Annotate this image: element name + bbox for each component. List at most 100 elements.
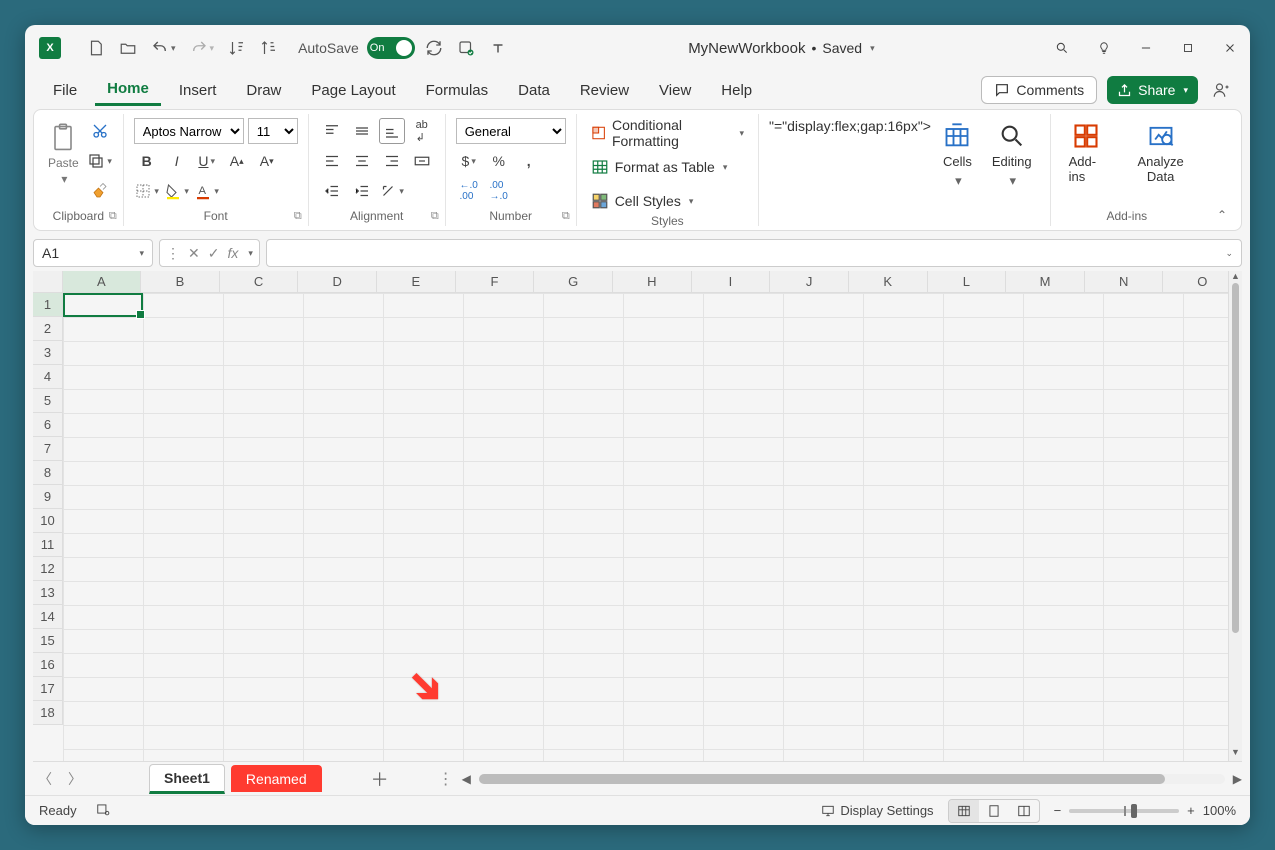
fx-icon[interactable]: fx <box>227 245 238 261</box>
tab-data[interactable]: Data <box>506 76 562 105</box>
align-left-icon[interactable] <box>319 148 345 174</box>
row-header[interactable]: 16 <box>33 653 63 677</box>
increase-indent-icon[interactable] <box>349 178 375 204</box>
close-button[interactable] <box>1220 38 1240 58</box>
sheet-list-menu-icon[interactable]: ⋮ <box>438 769 454 789</box>
tab-file[interactable]: File <box>41 76 89 105</box>
undo-button[interactable]: ▾ <box>147 34 180 62</box>
row-header[interactable]: 3 <box>33 341 63 365</box>
col-header[interactable]: K <box>849 271 928 293</box>
font-color-icon[interactable]: A▾ <box>194 178 220 204</box>
horizontal-scrollbar[interactable] <box>479 774 1225 784</box>
zoom-slider[interactable] <box>1069 809 1179 813</box>
tab-review[interactable]: Review <box>568 76 641 105</box>
percent-format-icon[interactable]: % <box>486 148 512 174</box>
align-center-icon[interactable] <box>349 148 375 174</box>
autosave-toggle[interactable]: On <box>367 37 415 59</box>
sheet-nav-prev-icon[interactable]: 〈 <box>33 767 57 791</box>
qat-overflow-icon[interactable] <box>485 34 511 62</box>
title-chevron-icon[interactable]: ▾ <box>870 43 875 54</box>
fx-chevron-icon[interactable]: ▾ <box>248 248 253 259</box>
row-header[interactable]: 17 <box>33 677 63 701</box>
row-header[interactable]: 15 <box>33 629 63 653</box>
row-header[interactable]: 6 <box>33 413 63 437</box>
open-file-icon[interactable] <box>115 34 141 62</box>
hscroll-right-icon[interactable]: ▶ <box>1233 772 1242 786</box>
col-header[interactable]: G <box>534 271 613 293</box>
sort-asc-icon[interactable] <box>224 34 250 62</box>
page-layout-view-icon[interactable] <box>979 800 1009 822</box>
zoom-in-button[interactable]: + <box>1187 803 1195 818</box>
orientation-icon[interactable]: ▾ <box>379 178 405 204</box>
col-header[interactable]: D <box>298 271 377 293</box>
borders-icon[interactable]: ▾ <box>134 178 160 204</box>
accounting-format-icon[interactable]: $▾ <box>456 148 482 174</box>
merge-center-icon[interactable] <box>409 148 435 174</box>
row-header[interactable]: 2 <box>33 317 63 341</box>
col-header[interactable]: L <box>928 271 1007 293</box>
page-break-view-icon[interactable] <box>1009 800 1039 822</box>
cell-styles-button[interactable]: Cell Styles▾ <box>587 188 748 214</box>
increase-font-icon[interactable]: A▴ <box>224 148 250 174</box>
hscroll-left-icon[interactable]: ◀ <box>462 772 471 786</box>
row-header[interactable]: 5 <box>33 389 63 413</box>
format-painter-icon[interactable] <box>87 178 113 204</box>
tab-home[interactable]: Home <box>95 74 161 106</box>
decrease-font-icon[interactable]: A▾ <box>254 148 280 174</box>
row-header[interactable]: 11 <box>33 533 63 557</box>
col-header[interactable]: H <box>613 271 692 293</box>
minimize-button[interactable] <box>1136 38 1156 58</box>
row-header[interactable]: 7 <box>33 437 63 461</box>
tab-draw[interactable]: Draw <box>234 76 293 105</box>
sheet-tab-renamed[interactable]: Renamed <box>231 765 322 792</box>
lightbulb-icon[interactable] <box>1094 38 1114 58</box>
user-add-icon[interactable] <box>1208 76 1234 104</box>
align-top-icon[interactable] <box>319 118 345 144</box>
font-name-select[interactable]: Aptos Narrow <box>134 118 244 144</box>
number-format-select[interactable]: General <box>456 118 566 144</box>
row-header[interactable]: 12 <box>33 557 63 581</box>
col-header[interactable]: I <box>692 271 771 293</box>
display-settings-button[interactable]: Display Settings <box>820 803 933 818</box>
wrap-text-icon[interactable]: ab↲ <box>409 118 435 144</box>
copy-icon[interactable]: ▾ <box>87 148 113 174</box>
font-size-select[interactable]: 11 <box>248 118 298 144</box>
font-launcher-icon[interactable]: ⧉ <box>294 210 302 223</box>
conditional-formatting-button[interactable]: Conditional Formatting▾ <box>587 120 748 146</box>
collapse-ribbon-icon[interactable]: ⌃ <box>1203 114 1241 226</box>
cancel-formula-icon[interactable]: ✕ <box>188 245 200 262</box>
new-file-icon[interactable] <box>83 34 109 62</box>
clipboard-launcher-icon[interactable]: ⧉ <box>109 210 117 223</box>
name-box[interactable]: A1 ▾ <box>33 239 153 267</box>
refresh-icon[interactable] <box>421 34 447 62</box>
macro-record-icon[interactable] <box>95 802 111 819</box>
vertical-scrollbar[interactable]: ▲ ▼ <box>1228 271 1242 761</box>
scroll-down-icon[interactable]: ▼ <box>1229 747 1242 761</box>
underline-button[interactable]: U▾ <box>194 148 220 174</box>
col-header[interactable]: C <box>220 271 299 293</box>
zoom-out-button[interactable]: − <box>1054 803 1062 818</box>
row-header[interactable]: 14 <box>33 605 63 629</box>
fill-color-icon[interactable]: ▾ <box>164 178 190 204</box>
italic-button[interactable]: I <box>164 148 190 174</box>
align-middle-icon[interactable] <box>349 118 375 144</box>
col-header[interactable]: J <box>770 271 849 293</box>
maximize-button[interactable] <box>1178 38 1198 58</box>
row-header[interactable]: 8 <box>33 461 63 485</box>
normal-view-icon[interactable] <box>949 800 979 822</box>
col-header[interactable]: A <box>63 271 142 293</box>
tab-view[interactable]: View <box>647 76 703 105</box>
increase-decimal-icon[interactable]: ←.0.00 <box>456 178 482 204</box>
tab-formulas[interactable]: Formulas <box>414 76 501 105</box>
align-right-icon[interactable] <box>379 148 405 174</box>
sheet-nav-next-icon[interactable]: 〉 <box>63 767 87 791</box>
row-header[interactable]: 4 <box>33 365 63 389</box>
row-header[interactable]: 9 <box>33 485 63 509</box>
workbook-name[interactable]: MyNewWorkbook <box>688 40 805 57</box>
cells-button[interactable]: Cells▾ <box>935 118 980 193</box>
col-header[interactable]: N <box>1085 271 1164 293</box>
formula-input[interactable]: ⌄ <box>266 239 1242 267</box>
share-button[interactable]: Share ▾ <box>1107 76 1198 104</box>
decrease-decimal-icon[interactable]: .00→.0 <box>486 178 512 204</box>
col-header[interactable]: M <box>1006 271 1085 293</box>
